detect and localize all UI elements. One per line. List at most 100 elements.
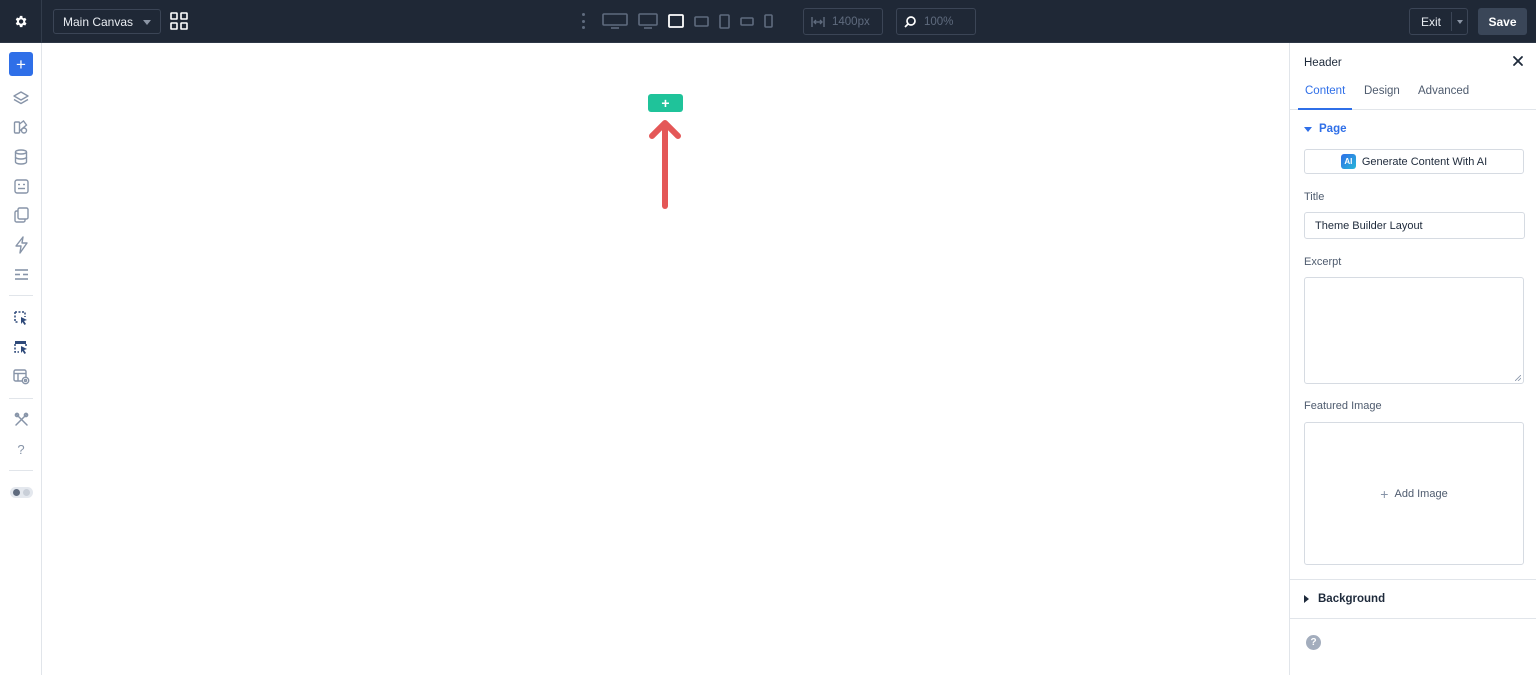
chevron-down-icon: [143, 20, 151, 25]
top-toolbar: Main Canvas 1400px 100% Exit Save: [0, 0, 1536, 43]
gear-icon: [15, 15, 27, 28]
add-module-button[interactable]: +: [9, 52, 33, 76]
help-icon[interactable]: ?: [1306, 635, 1321, 650]
device-tablet-landscape[interactable]: [694, 15, 709, 27]
tab-advanced[interactable]: Advanced: [1418, 85, 1469, 110]
multi-select-button[interactable]: [9, 335, 33, 359]
desktop-icon: [638, 13, 658, 29]
plus-icon: +: [1380, 485, 1389, 502]
toggle-dot: [23, 489, 30, 496]
grid-view-button[interactable]: [170, 12, 188, 30]
background-section: Background: [1290, 579, 1536, 619]
presets-button[interactable]: [9, 115, 33, 139]
layers-icon: [13, 91, 29, 105]
tablet-landscape-icon: [694, 16, 709, 27]
exit-chevron-down-icon[interactable]: [1457, 20, 1463, 24]
toggle-knob: [13, 489, 20, 496]
canvas-width-value: 1400px: [832, 15, 870, 28]
database-button[interactable]: [9, 145, 33, 169]
device-tablet[interactable]: [719, 13, 730, 29]
layout-preview-button[interactable]: [9, 365, 33, 389]
close-icon: [1513, 56, 1523, 66]
sidebar-divider: [9, 295, 33, 296]
canvas-select-value: Main Canvas: [63, 14, 134, 29]
laptop-icon: [668, 14, 684, 28]
tools-button[interactable]: [9, 407, 33, 431]
builder-canvas[interactable]: +: [43, 43, 1289, 675]
left-sidebar: + ?: [0, 43, 42, 675]
device-laptop[interactable]: [668, 13, 684, 29]
zoom-value: 100%: [924, 15, 954, 28]
tools-icon: [14, 412, 28, 426]
device-desktop[interactable]: [638, 13, 658, 29]
excerpt-label: Excerpt: [1304, 256, 1342, 268]
database-icon: [14, 149, 28, 165]
excerpt-textarea[interactable]: [1304, 277, 1524, 384]
title-input[interactable]: Theme Builder Layout: [1304, 212, 1525, 239]
generate-ai-button[interactable]: AI Generate Content With AI: [1304, 149, 1524, 174]
background-section-toggle[interactable]: Background: [1304, 593, 1385, 605]
title-label: Title: [1304, 191, 1325, 203]
add-image-label: Add Image: [1394, 487, 1448, 500]
device-switcher: [578, 10, 783, 32]
settings-panel: Header Content Design Advanced Page AI G…: [1289, 43, 1536, 675]
lightning-icon: [14, 236, 28, 254]
add-image-button[interactable]: + Add Image: [1380, 486, 1447, 502]
question-icon: ?: [17, 441, 25, 457]
help-button[interactable]: ?: [9, 437, 33, 461]
sidebar-divider: [9, 398, 33, 399]
page-section-label: Page: [1319, 123, 1347, 135]
layout-preview-icon: [12, 369, 29, 385]
featured-image-label: Featured Image: [1304, 400, 1382, 412]
plus-icon: +: [661, 95, 670, 111]
pointer-arrow-icon: [649, 120, 681, 209]
presets-icon: [13, 120, 28, 134]
pages-icon: [13, 207, 29, 223]
page-section-toggle[interactable]: Page: [1304, 123, 1347, 135]
panel-tabs: Content Design Advanced: [1290, 80, 1536, 110]
canvas-width-input[interactable]: 1400px: [803, 8, 883, 35]
settings-button[interactable]: [0, 0, 42, 43]
fields-button[interactable]: [9, 262, 33, 286]
close-panel-button[interactable]: [1510, 53, 1526, 69]
exit-label: Exit: [1420, 14, 1441, 29]
add-icon: +: [16, 54, 26, 74]
canvas-select[interactable]: Main Canvas: [53, 9, 161, 34]
ai-icon: AI: [1340, 154, 1356, 169]
interactions-button[interactable]: [9, 233, 33, 257]
fields-icon: [14, 268, 28, 280]
panel-title: Header: [1304, 57, 1342, 69]
caret-down-icon: [1304, 126, 1312, 132]
forms-icon: [13, 178, 29, 194]
phone-landscape-icon: [740, 17, 754, 26]
add-section-button[interactable]: +: [648, 94, 683, 112]
desktop-wide-icon: [602, 13, 628, 29]
device-phone-landscape[interactable]: [740, 16, 754, 26]
featured-image-upload[interactable]: + Add Image: [1304, 422, 1524, 565]
exit-button[interactable]: Exit: [1409, 8, 1468, 35]
pages-button[interactable]: [9, 203, 33, 227]
select-tool-icon: [14, 311, 27, 325]
grid-icon: [170, 12, 188, 30]
zoom-icon: [904, 16, 916, 28]
exit-divider: [1451, 12, 1452, 31]
sidebar-divider: [9, 470, 33, 471]
select-tool-button[interactable]: [9, 306, 33, 330]
resize-handle-icon[interactable]: [1515, 375, 1521, 381]
width-icon: [811, 16, 825, 27]
phone-icon: [764, 14, 773, 28]
zoom-input[interactable]: 100%: [896, 8, 976, 35]
save-button[interactable]: Save: [1478, 8, 1527, 35]
background-section-label: Background: [1318, 593, 1386, 605]
device-phone[interactable]: [764, 14, 773, 28]
mode-toggle[interactable]: [10, 487, 33, 498]
tab-design[interactable]: Design: [1364, 85, 1400, 110]
title-input-value: Theme Builder Layout: [1315, 219, 1423, 232]
tab-content[interactable]: Content: [1298, 85, 1353, 110]
tablet-icon: [719, 13, 730, 29]
more-options-icon[interactable]: [578, 13, 588, 29]
forms-button[interactable]: [9, 174, 33, 198]
layers-button[interactable]: [9, 86, 33, 110]
multi-select-icon: [14, 341, 27, 354]
device-desktop-wide[interactable]: [602, 13, 628, 29]
